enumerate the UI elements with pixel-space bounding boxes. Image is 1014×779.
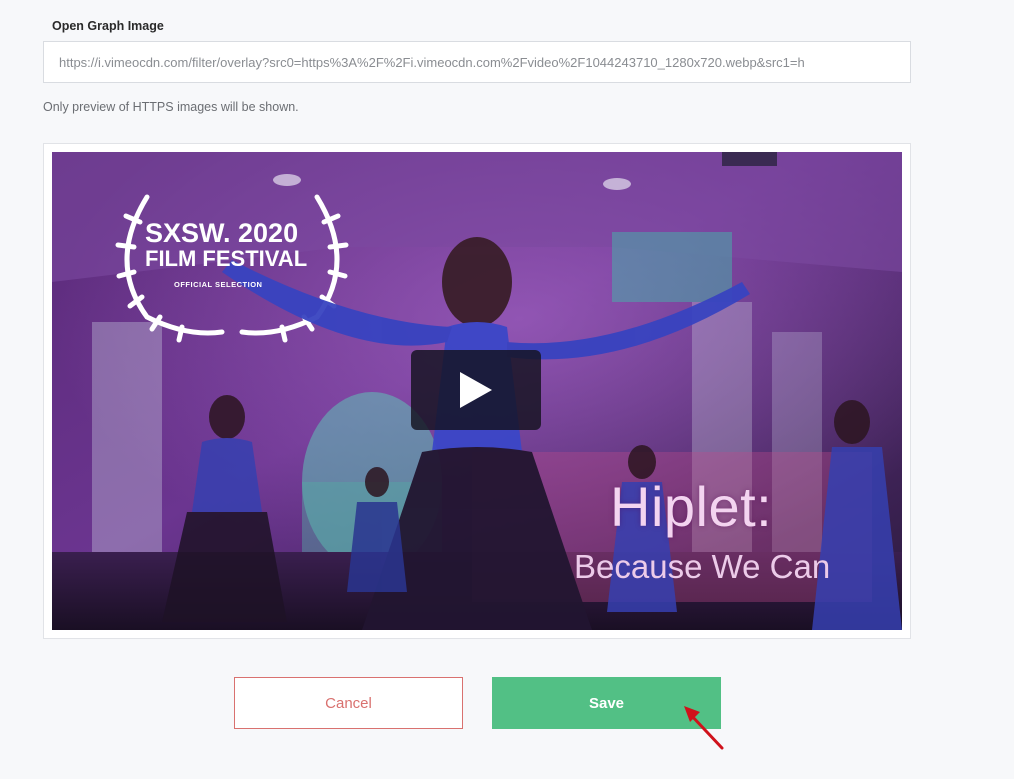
laurel-line-2: FILM FESTIVAL	[145, 246, 308, 271]
og-image-preview: SXSW. 2020 FILM FESTIVAL OFFICIAL SELECT…	[52, 152, 902, 630]
laurel-line-1: SXSW. 2020	[145, 218, 299, 248]
annotation-arrow-icon	[684, 706, 724, 750]
page: Open Graph Image Only preview of HTTPS i…	[0, 0, 1014, 779]
play-icon	[460, 372, 492, 408]
og-image-url-input[interactable]	[43, 41, 911, 83]
og-image-preview-frame: SXSW. 2020 FILM FESTIVAL OFFICIAL SELECT…	[43, 143, 911, 639]
play-button[interactable]	[411, 350, 541, 430]
https-hint: Only preview of HTTPS images will be sho…	[43, 100, 299, 114]
laurel-line-3: OFFICIAL SELECTION	[174, 280, 263, 289]
og-image-label: Open Graph Image	[52, 19, 164, 33]
film-title: Hiplet:	[610, 475, 773, 538]
cancel-button[interactable]: Cancel	[234, 677, 463, 729]
film-subtitle: Because We Can	[574, 548, 831, 585]
